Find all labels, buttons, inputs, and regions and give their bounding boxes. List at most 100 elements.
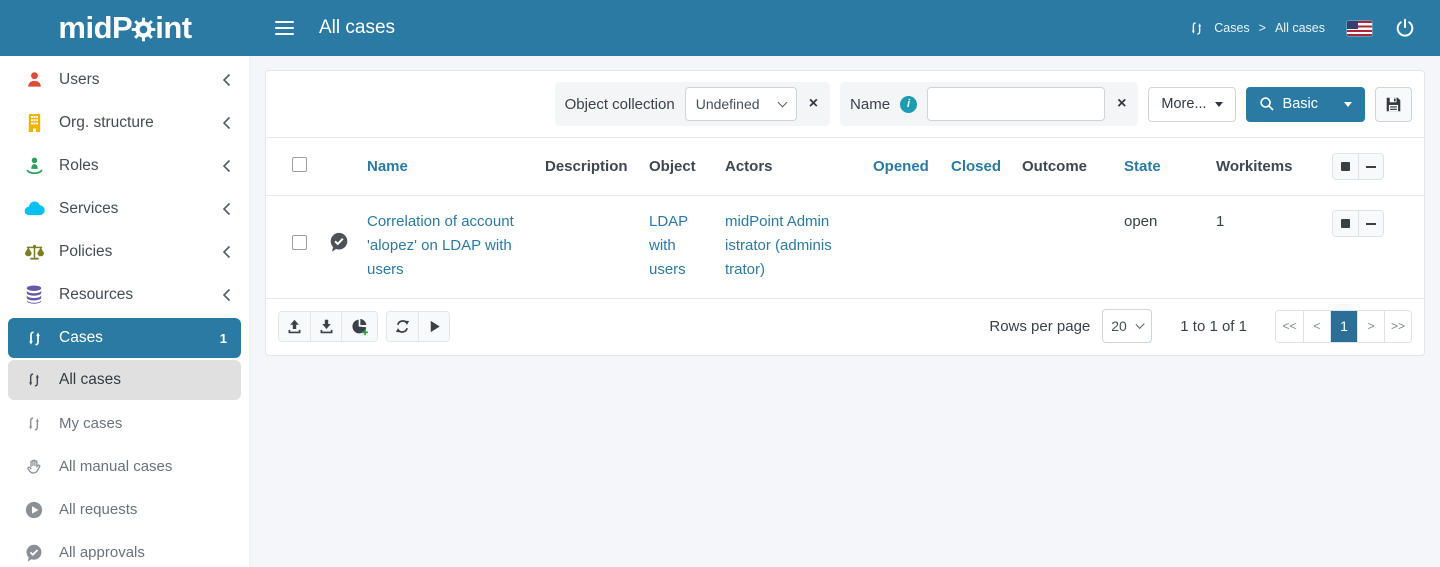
object-collection-value: Undefined: [696, 96, 760, 112]
download-icon: [318, 318, 335, 335]
user-icon: [22, 70, 46, 89]
sidebar-item-all-approvals[interactable]: All approvals: [0, 531, 249, 567]
name-filter-label: Name: [850, 96, 890, 113]
breadcrumb-separator: >: [1259, 21, 1266, 35]
outcome-cell: [1014, 196, 1116, 299]
save-search-button[interactable]: [1375, 87, 1412, 122]
more-filters-button[interactable]: More...: [1148, 87, 1235, 122]
logo-zone: midP int: [0, 10, 250, 46]
create-report-button[interactable]: [341, 312, 377, 341]
case-flow-icon: [22, 329, 46, 348]
breadcrumb-section[interactable]: Cases: [1214, 21, 1249, 35]
sidebar-item-label: My cases: [59, 415, 122, 432]
basic-search-button[interactable]: Basic: [1246, 87, 1365, 122]
sidebar-item-roles[interactable]: Roles: [0, 144, 249, 187]
pagination-next-button[interactable]: >: [1357, 311, 1384, 342]
clear-name-filter-button[interactable]: ×: [1115, 95, 1128, 113]
select-all-checkbox[interactable]: [292, 157, 307, 172]
column-settings-button[interactable]: [1333, 154, 1358, 179]
run-button[interactable]: [418, 312, 449, 341]
object-collection-label: Object collection: [565, 96, 675, 113]
column-header-state[interactable]: State: [1116, 138, 1208, 196]
gear-icon: [130, 16, 157, 43]
search-icon: [1259, 96, 1275, 112]
column-header-closed[interactable]: Closed: [943, 138, 1014, 196]
object-link[interactable]: LDAP with users: [649, 210, 701, 282]
refresh-button[interactable]: [387, 312, 418, 341]
case-name-link[interactable]: Correlation of account 'alopez' on LDAP …: [367, 210, 519, 282]
sidebar-item-services[interactable]: Services: [0, 187, 249, 230]
sidebar-item-policies[interactable]: Policies: [0, 230, 249, 273]
chevron-left-icon: [221, 288, 233, 302]
sidebar-item-cases[interactable]: Cases 1: [8, 318, 241, 358]
pagination-first-button[interactable]: <<: [1276, 311, 1303, 342]
sidebar-item-label: All cases: [59, 371, 121, 389]
info-icon[interactable]: i: [900, 96, 917, 113]
cases-count-badge: 1: [220, 331, 227, 346]
sidebar-item-resources[interactable]: Resources: [0, 273, 249, 316]
row-settings-button[interactable]: [1333, 211, 1358, 236]
pagination-prev-button[interactable]: <: [1303, 311, 1330, 342]
rows-per-page-label: Rows per page: [989, 318, 1090, 335]
page-title: All cases: [319, 17, 395, 39]
case-flow-icon: [22, 415, 46, 433]
us-flag-icon[interactable]: [1347, 21, 1372, 36]
sidebar-item-all-cases[interactable]: All cases: [8, 360, 241, 400]
database-icon: [22, 285, 46, 304]
power-icon: [1394, 17, 1416, 39]
approval-case-icon: [329, 232, 349, 252]
balance-scale-icon: [22, 243, 46, 261]
table-footer: Rows per page 20 1 to 1 of 1 << < 1 > >>: [266, 299, 1424, 355]
cases-card: Object collection Undefined × Name i × M…: [265, 70, 1425, 356]
column-header-outcome: Outcome: [1014, 138, 1116, 196]
import-export-button-group: [278, 311, 378, 342]
square-icon: [1341, 219, 1350, 228]
column-header-opened[interactable]: Opened: [865, 138, 943, 196]
logo-text-left: midP: [58, 10, 132, 46]
sidebar-item-users[interactable]: Users: [0, 58, 249, 101]
breadcrumb: Cases > All cases: [1188, 20, 1325, 37]
rows-per-page-select[interactable]: 20: [1102, 309, 1152, 343]
pagination-page-1-button[interactable]: 1: [1330, 311, 1357, 342]
row-collapse-button[interactable]: [1358, 211, 1383, 236]
column-header-name[interactable]: Name: [359, 138, 537, 196]
street-view-icon: [22, 156, 46, 175]
sidebar-item-all-manual-cases[interactable]: All manual cases: [0, 445, 249, 488]
sidebar-item-org-structure[interactable]: Org. structure: [0, 101, 249, 144]
breadcrumb-page[interactable]: All cases: [1275, 21, 1325, 35]
basic-search-label: Basic: [1283, 96, 1318, 112]
state-cell: open: [1116, 196, 1208, 299]
sidebar-item-my-cases[interactable]: My cases: [0, 402, 249, 445]
object-collection-select[interactable]: Undefined: [685, 87, 797, 121]
column-header-actors: Actors: [717, 138, 865, 196]
caret-down-icon: [1215, 102, 1223, 107]
opened-cell: [865, 196, 943, 299]
sidebar-item-label: Services: [59, 200, 118, 218]
hand-icon: [22, 458, 46, 476]
upload-button[interactable]: [279, 312, 310, 341]
chevron-left-icon: [221, 245, 233, 259]
chevron-left-icon: [221, 159, 233, 173]
building-icon: [22, 113, 46, 132]
logout-button[interactable]: [1394, 17, 1416, 39]
download-button[interactable]: [310, 312, 341, 341]
sidebar-item-all-requests[interactable]: All requests: [0, 488, 249, 531]
logo-text-right: int: [155, 10, 191, 46]
sidebar-item-label: Org. structure: [59, 114, 154, 132]
closed-cell: [943, 196, 1014, 299]
row-checkbox[interactable]: [292, 235, 307, 250]
cloud-icon: [22, 200, 46, 217]
sidebar-item-label: All requests: [59, 501, 137, 518]
collapse-table-button[interactable]: [1358, 154, 1383, 179]
app-logo[interactable]: midP int: [58, 10, 191, 46]
workitems-cell: 1: [1208, 196, 1304, 299]
sidebar-item-label: Users: [59, 71, 99, 89]
pagination-last-button[interactable]: >>: [1384, 311, 1411, 342]
name-filter-input[interactable]: [927, 87, 1105, 121]
row-config-button-group: [1332, 210, 1384, 237]
clear-object-collection-button[interactable]: ×: [807, 95, 820, 113]
sidebar-toggle-button[interactable]: [271, 11, 298, 45]
row-count-summary: 1 to 1 of 1: [1180, 318, 1247, 335]
actors-link[interactable]: midPoint Administrator (administrator): [725, 210, 832, 282]
search-mode-dropdown-toggle[interactable]: [1344, 102, 1352, 107]
